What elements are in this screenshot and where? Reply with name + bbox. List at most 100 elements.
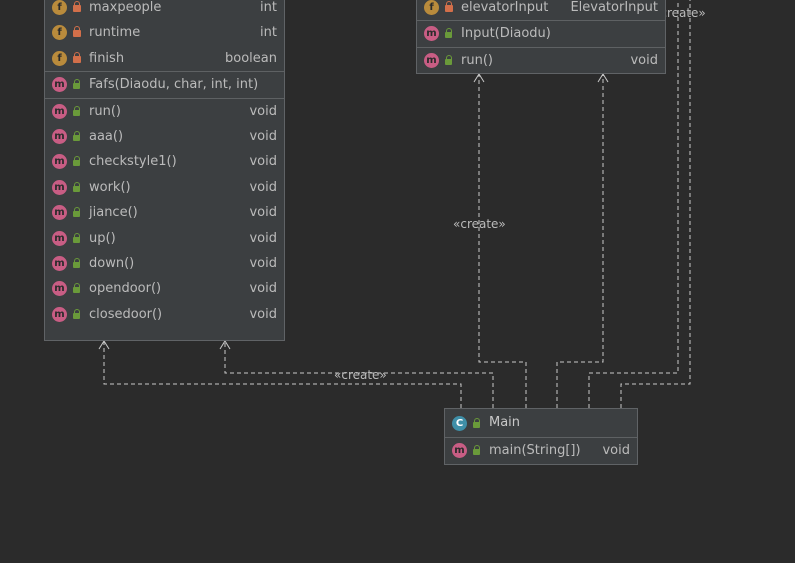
class-name: Main [489, 415, 521, 430]
field-icon: f [52, 0, 67, 15]
method-name: work() [89, 179, 131, 195]
return-type: void [602, 443, 630, 458]
public-visibility-icon [72, 130, 82, 142]
constructor-list: m Input(Diaodu) [417, 20, 665, 46]
public-visibility-icon [72, 206, 82, 218]
return-type: void [249, 306, 277, 322]
field-list: f maxpeople int f runtime int f finish boolean [45, 0, 284, 71]
method-name: up() [89, 230, 116, 246]
field-row[interactable]: f maxpeople int [45, 0, 284, 20]
field-type: int [260, 0, 277, 15]
method-name: checkstyle1() [89, 154, 177, 170]
field-list: f elevatorInput ElevatorInput [417, 0, 665, 20]
field-name: maxpeople [89, 0, 162, 15]
class-node-fafs[interactable]: f maxpeople int f runtime int f finish boolean m… [44, 0, 285, 341]
edge-main-to-input-left [478, 74, 527, 408]
method-row[interactable]: m main(String[]) void [445, 438, 637, 463]
method-icon: m [52, 77, 67, 93]
method-name: down() [89, 255, 135, 271]
return-type: void [249, 255, 277, 271]
class-node-input[interactable]: f elevatorInput ElevatorInput m Input(Diaod… [416, 0, 666, 74]
method-row[interactable]: m run() void [417, 48, 665, 73]
method-list: m run() void [417, 46, 665, 73]
method-name: main(String[]) [489, 443, 581, 458]
return-type: void [630, 52, 658, 68]
class-node-main[interactable]: C Main m main(String[]) void [444, 408, 638, 465]
field-name: elevatorInput [461, 0, 549, 15]
method-icon: m [52, 128, 67, 144]
field-icon: f [52, 50, 67, 66]
method-row[interactable]: m Fafs(Diaodu, char, int, int) [45, 72, 284, 97]
private-visibility-icon [72, 1, 82, 13]
public-visibility-icon [72, 282, 82, 294]
return-type: void [249, 281, 277, 297]
public-visibility-icon [72, 155, 82, 167]
edge-label-create: «create» [453, 217, 506, 231]
method-name: run() [89, 103, 121, 119]
return-type: void [249, 154, 277, 170]
return-type: void [249, 128, 277, 144]
public-visibility-icon [72, 78, 82, 90]
method-name: closedoor() [89, 306, 163, 322]
return-type: void [249, 205, 277, 221]
method-row[interactable]: m opendoor() void [45, 276, 284, 301]
private-visibility-icon [72, 51, 82, 64]
method-name: run() [461, 52, 493, 68]
constructor-list: m Fafs(Diaodu, char, int, int) [45, 71, 284, 97]
method-icon: m [424, 52, 439, 68]
field-row[interactable]: f finish boolean [45, 46, 284, 71]
field-row[interactable]: f elevatorInput ElevatorInput [417, 0, 665, 20]
public-visibility-icon [72, 181, 82, 193]
private-visibility-icon [444, 1, 454, 13]
method-name: Fafs(Diaodu, char, int, int) [89, 77, 259, 93]
method-name: opendoor() [89, 281, 162, 297]
method-row[interactable]: m jiance() void [45, 200, 284, 225]
field-icon: f [424, 0, 439, 15]
method-name: Input(Diaodu) [461, 26, 551, 42]
method-icon: m [52, 179, 67, 195]
method-icon: m [52, 255, 67, 271]
method-icon: m [52, 281, 67, 297]
public-visibility-icon [472, 417, 482, 429]
method-icon: m [52, 103, 67, 119]
method-row[interactable]: m up() void [45, 226, 284, 251]
field-name: runtime [89, 25, 141, 41]
public-visibility-icon [72, 232, 82, 244]
method-icon: m [452, 443, 467, 458]
method-row[interactable]: m aaa() void [45, 124, 284, 149]
field-name: finish [89, 50, 125, 66]
public-visibility-icon [472, 444, 482, 456]
edge-main-to-fafs-left [103, 341, 462, 408]
field-type: int [260, 25, 277, 41]
method-row[interactable]: m run() void [45, 99, 284, 124]
method-icon: m [52, 306, 67, 322]
class-title: C Main [445, 409, 637, 437]
method-row[interactable]: m checkstyle1() void [45, 149, 284, 174]
method-name: aaa() [89, 128, 124, 144]
method-name: jiance() [89, 205, 138, 221]
method-icon: m [424, 26, 439, 42]
field-row[interactable]: f runtime int [45, 20, 284, 45]
method-row[interactable]: m down() void [45, 251, 284, 276]
edge-main-to-input-right [556, 74, 604, 408]
method-list: m run() void m aaa() void m checkstyle1() void m w… [45, 97, 284, 328]
field-type: boolean [225, 50, 277, 66]
method-row[interactable]: m Input(Diaodu) [417, 21, 665, 46]
method-list: m main(String[]) void [445, 437, 637, 463]
return-type: void [249, 179, 277, 195]
edge-label-create: «create» [334, 368, 387, 382]
method-row[interactable]: m closedoor() void [45, 302, 284, 327]
return-type: void [249, 103, 277, 119]
public-visibility-icon [72, 105, 82, 117]
return-type: void [249, 230, 277, 246]
class-icon: C [452, 416, 467, 431]
private-visibility-icon [72, 26, 82, 38]
public-visibility-icon [72, 257, 82, 269]
method-icon: m [52, 230, 67, 246]
public-visibility-icon [444, 54, 454, 66]
method-icon: m [52, 154, 67, 170]
method-row[interactable]: m work() void [45, 175, 284, 200]
field-type: ElevatorInput [570, 0, 658, 15]
public-visibility-icon [72, 308, 82, 320]
method-icon: m [52, 205, 67, 221]
